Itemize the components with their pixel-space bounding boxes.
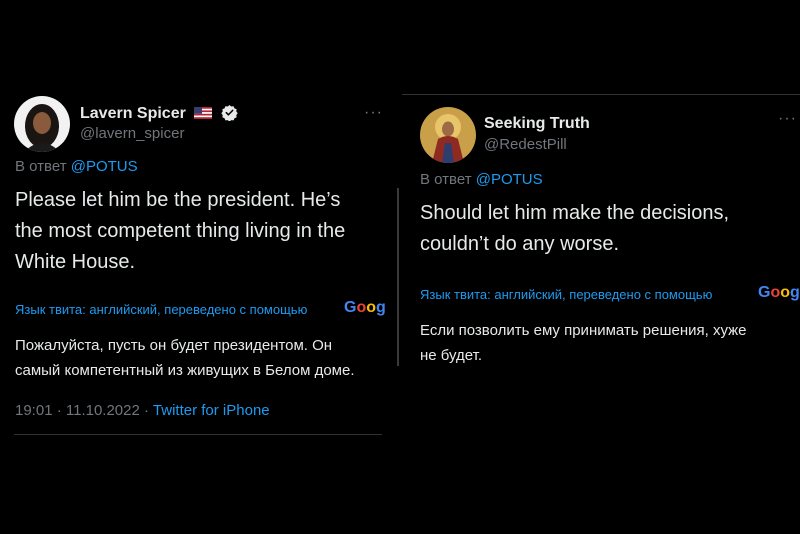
- translated-text: Пожалуйста, пусть он будет президентом. …: [15, 333, 395, 383]
- reply-mention-link[interactable]: @POTUS: [476, 171, 543, 188]
- display-name-text[interactable]: Lavern Spicer: [80, 105, 186, 122]
- google-logo-icon: Goog: [344, 299, 386, 316]
- tweet-line: Please let him be the president. He’s: [15, 189, 341, 211]
- translation-label-text[interactable]: Язык твита: английский, переведено с пом…: [420, 287, 712, 302]
- source-app-link[interactable]: Twitter for iPhone: [153, 402, 270, 419]
- reply-context: В ответ @POTUS: [15, 158, 138, 175]
- translated-text: Если позволить ему принимать решения, ху…: [420, 318, 800, 368]
- more-options-icon[interactable]: ···: [364, 104, 383, 122]
- tweet-line: couldn’t do any worse.: [420, 233, 620, 255]
- translation-label[interactable]: Язык твита: английский, переведено с пом…: [15, 302, 307, 317]
- tweet-metadata: 19:01 · 11.10.2022 · Twitter for iPhone: [15, 402, 270, 419]
- tweet-text: Please let him be the president. He’s th…: [15, 185, 395, 278]
- us-flag-icon: [194, 107, 213, 119]
- handle[interactable]: @RedestPill: [484, 136, 567, 153]
- left-tweet-panel: Lavern Spicer @lavern_spicer ··· В ответ…: [0, 0, 396, 534]
- verified-badge-icon: [221, 105, 238, 121]
- avatar[interactable]: [14, 96, 70, 152]
- display-name[interactable]: Seeking Truth: [484, 115, 590, 133]
- avatar[interactable]: [420, 107, 476, 163]
- display-name[interactable]: Lavern Spicer: [80, 104, 238, 123]
- divider: [14, 434, 382, 435]
- reply-context: В ответ @POTUS: [420, 171, 543, 188]
- tweet-line: White House.: [15, 251, 136, 273]
- translated-line: Пожалуйста, пусть он будет президентом. …: [15, 337, 333, 354]
- timestamp[interactable]: 19:01 · 11.10.2022 ·: [15, 402, 149, 419]
- translation-label[interactable]: Язык твита: английский, переведено с пом…: [420, 287, 712, 302]
- display-name-text[interactable]: Seeking Truth: [484, 115, 590, 132]
- tweet-line: Should let him make the decisions,: [420, 202, 730, 224]
- reply-prefix: В ответ: [420, 171, 472, 188]
- reply-prefix: В ответ: [15, 158, 67, 175]
- translated-line: не будет.: [420, 347, 483, 364]
- translated-line: самый компетентный из живущих в Белом до…: [15, 362, 355, 379]
- google-logo-icon: Goog: [758, 284, 800, 301]
- reply-mention-link[interactable]: @POTUS: [71, 158, 138, 175]
- scrollbar[interactable]: [397, 188, 399, 366]
- tweet-line: the most competent thing living in the: [15, 220, 346, 242]
- handle[interactable]: @lavern_spicer: [80, 125, 184, 142]
- divider: [402, 94, 800, 95]
- right-tweet-panel: Seeking Truth @RedestPill ··· В ответ @P…: [402, 0, 800, 534]
- tweet-text: Should let him make the decisions, could…: [420, 198, 800, 260]
- translated-line: Если позволить ему принимать решения, ху…: [420, 322, 747, 339]
- translation-label-text[interactable]: Язык твита: английский, переведено с пом…: [15, 302, 307, 317]
- more-options-icon[interactable]: ···: [778, 110, 797, 128]
